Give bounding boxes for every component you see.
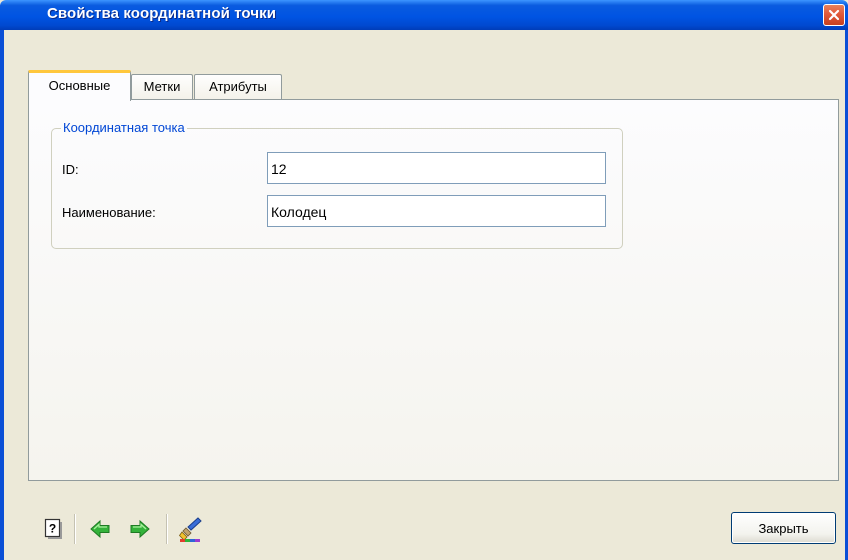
- tab-attributes[interactable]: Атрибуты: [194, 74, 282, 101]
- forward-button[interactable]: [129, 519, 151, 542]
- tab-main[interactable]: Основные: [28, 70, 131, 101]
- group-legend: Координатная точка: [61, 120, 187, 135]
- tab-labels[interactable]: Метки: [131, 74, 193, 101]
- id-label: ID:: [62, 162, 79, 177]
- toolbar-separator: [166, 514, 167, 544]
- close-button[interactable]: Закрыть: [731, 512, 836, 544]
- window-frame-left: [0, 30, 4, 560]
- style-button[interactable]: [178, 515, 204, 546]
- id-field[interactable]: [267, 152, 606, 184]
- back-button[interactable]: [89, 519, 111, 542]
- name-label: Наименование:: [62, 205, 156, 220]
- back-arrow-icon: [90, 519, 110, 539]
- window-close-button[interactable]: [823, 4, 845, 26]
- tab-panel-main: Координатная точка ID: Наименование:: [28, 99, 839, 481]
- help-button[interactable]: ?: [44, 518, 64, 543]
- brush-icon: [178, 517, 202, 542]
- close-icon: [828, 9, 840, 21]
- title-bar[interactable]: Свойства координатной точки: [0, 0, 848, 30]
- svg-text:?: ?: [49, 522, 56, 536]
- help-icon: ?: [44, 518, 62, 539]
- name-field[interactable]: [267, 195, 606, 227]
- forward-arrow-icon: [130, 519, 150, 539]
- window-title: Свойства координатной точки: [47, 5, 277, 22]
- coordinate-point-group: Координатная точка ID: Наименование:: [51, 120, 623, 249]
- toolbar-separator: [74, 514, 75, 544]
